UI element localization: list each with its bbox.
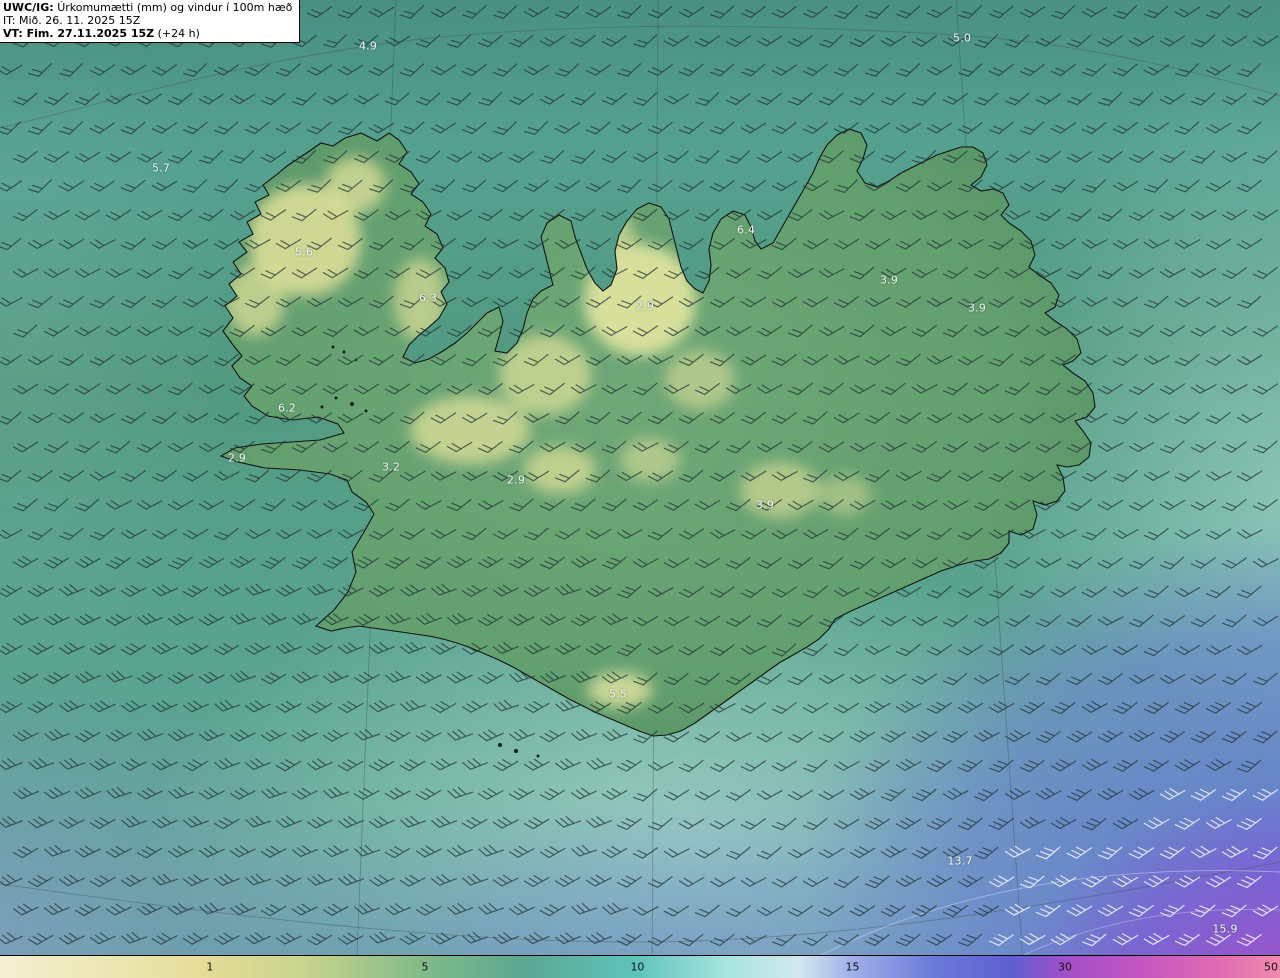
map-title: Úrkomumætti (mm) og vindur í 100m hæð <box>57 1 293 14</box>
valid-time-line: VT: Fim. 27.11.2025 15Z (+24 h) <box>3 27 292 40</box>
colorbar-tick: 50 <box>1264 960 1279 974</box>
colorbar: 1 5 10 15 30 50 <box>0 955 1280 978</box>
valid-time: VT: Fim. 27.11.2025 15Z <box>3 27 155 40</box>
title-box: UWC/IG: Úrkomumætti (mm) og vindur í 100… <box>0 0 301 43</box>
colorbar-tick: 5 <box>421 960 429 974</box>
product-label: UWC/IG: <box>3 1 54 14</box>
valid-offset: (+24 h) <box>157 27 200 40</box>
colorbar-tick: 1 <box>206 960 214 974</box>
title-line: UWC/IG: Úrkomumætti (mm) og vindur í 100… <box>3 1 292 14</box>
init-time: IT: Mið. 26. 11. 2025 15Z <box>3 14 141 27</box>
weather-map: 4.9 5.0 5.7 5.6 6.3 6.4 2.9 3.9 3.9 6.2 2.9 3.2 2.9 3… <box>0 0 1280 978</box>
colorbar-tick: 10 <box>630 960 645 974</box>
colorbar-tick: 15 <box>845 960 860 974</box>
colorbar-tick: 30 <box>1057 960 1072 974</box>
colorbar-ticks: 1 5 10 15 30 50 <box>0 956 1280 978</box>
map-canvas <box>0 0 1280 978</box>
